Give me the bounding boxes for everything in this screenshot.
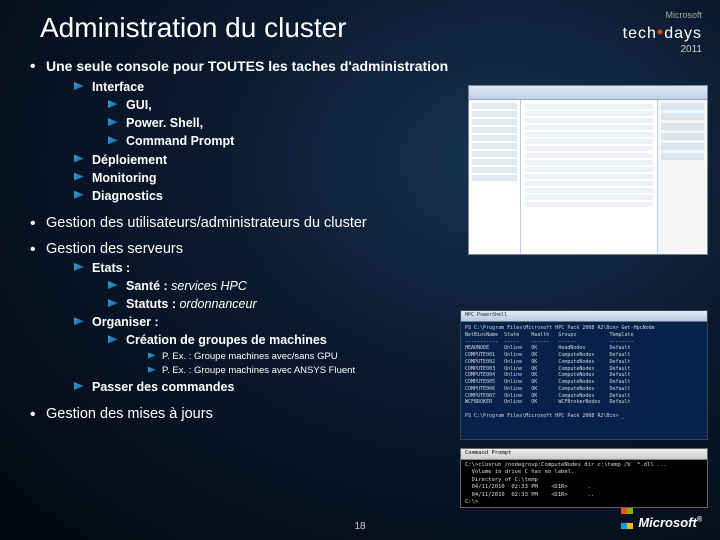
event-text: tech•days (623, 25, 702, 42)
screenshot-powershell: HPC PowerShell PS C:\Program Files\Micros… (460, 310, 708, 440)
cmd-output: C:\>clusrun /nodegroup:ComputeNodes dir … (465, 462, 667, 505)
event-year: 2011 (623, 44, 702, 56)
item-etats: Etats : Santé : services HPC Statuts : o… (74, 259, 690, 313)
screenshot-cmd: Command Prompt C:\>clusrun /nodegroup:Com… (460, 448, 708, 508)
microsoft-logo: Microsoft® (621, 502, 702, 530)
brand-text: Microsoft (665, 10, 702, 20)
item-sante: Santé : services HPC (108, 277, 690, 295)
ps-titlebar: HPC PowerShell (461, 311, 707, 322)
screenshot-gui (468, 85, 708, 255)
slide-title: Administration du cluster (0, 0, 720, 44)
event-logo: Microsoft tech•days 2011 (623, 10, 702, 56)
ms-flag-icon (621, 502, 635, 516)
page-number: 18 (354, 521, 365, 532)
bullet-head: Une seule console pour TOUTES les taches… (46, 58, 690, 74)
ps-output: PS C:\Program Files\Microsoft HPC Pack 2… (465, 325, 655, 419)
cmd-titlebar: Command Prompt (461, 449, 707, 460)
